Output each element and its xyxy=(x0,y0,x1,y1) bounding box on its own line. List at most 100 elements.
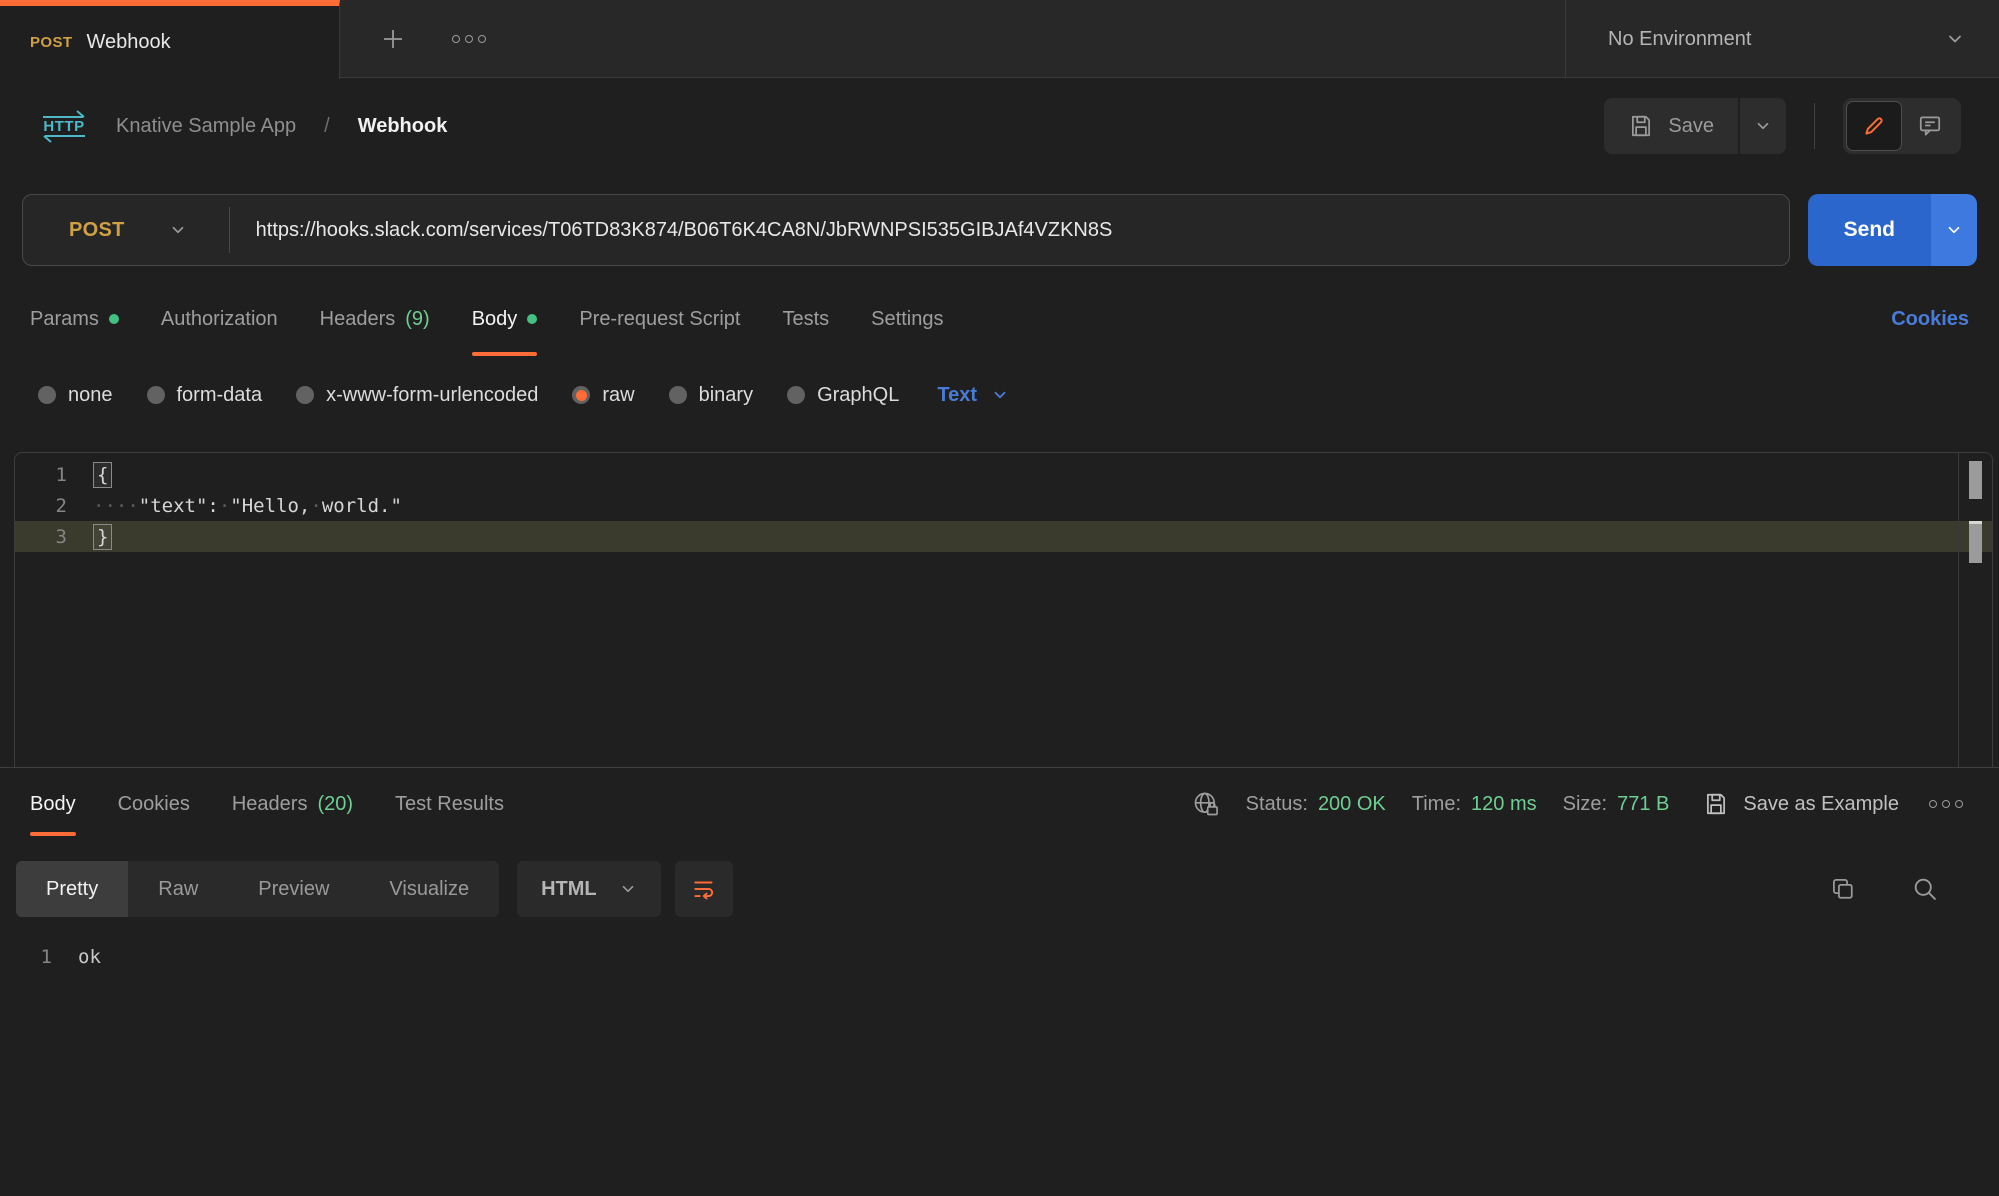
view-pretty[interactable]: Pretty xyxy=(16,861,128,917)
response-format-selector[interactable]: HTML xyxy=(517,861,661,917)
status-group: Status: 200 OK xyxy=(1246,793,1386,816)
whitespace-dot: · xyxy=(310,495,321,517)
line-number: 1 xyxy=(0,946,78,968)
response-tab-cookies[interactable]: Cookies xyxy=(118,768,190,840)
method-selector[interactable]: POST xyxy=(23,219,229,242)
save-options-button[interactable] xyxy=(1740,98,1786,154)
view-preview-label: Preview xyxy=(258,878,329,901)
view-visualize-label: Visualize xyxy=(389,878,469,901)
body-mode-form-data[interactable]: form-data xyxy=(147,384,263,407)
editor-scrollbar[interactable] xyxy=(1958,453,1992,767)
comment-icon xyxy=(1917,113,1943,139)
json-value-part1: "Hello, xyxy=(230,495,310,517)
send-button[interactable]: Send xyxy=(1808,194,1931,266)
chevron-down-icon xyxy=(991,386,1009,404)
response-tabs: Body Cookies Headers (20) Test Results S… xyxy=(0,768,1999,840)
response-tab-cookies-label: Cookies xyxy=(118,793,190,816)
tab-tests[interactable]: Tests xyxy=(782,280,829,358)
save-as-example-label: Save as Example xyxy=(1743,793,1899,816)
breadcrumb-collection[interactable]: Knative Sample App xyxy=(116,115,296,138)
body-mode-binary[interactable]: binary xyxy=(669,384,753,407)
environment-selector[interactable]: No Environment xyxy=(1565,0,1999,78)
save-icon xyxy=(1703,791,1729,817)
response-tab-headers[interactable]: Headers (20) xyxy=(232,768,353,840)
editor-line-3-current: 3 } xyxy=(15,521,1992,552)
whitespace-dot: · xyxy=(219,495,230,517)
save-button-label: Save xyxy=(1668,115,1714,138)
http-protocol-icon: HTTP xyxy=(38,110,90,143)
bracket-match-close: } xyxy=(93,524,112,550)
response-tab-body[interactable]: Body xyxy=(30,768,76,840)
chevron-down-icon xyxy=(169,221,187,239)
size-label: Size: xyxy=(1563,793,1607,816)
editor-line-1: 1 { xyxy=(15,459,1992,490)
response-view-switcher: Pretty Raw Preview Visualize xyxy=(16,861,499,917)
response-tab-body-label: Body xyxy=(30,793,76,816)
tab-settings[interactable]: Settings xyxy=(871,280,943,358)
view-preview[interactable]: Preview xyxy=(228,861,359,917)
breadcrumb-separator: / xyxy=(324,115,330,138)
send-split-button: Send xyxy=(1808,194,1977,266)
tab-authorization[interactable]: Authorization xyxy=(161,280,278,358)
body-mode-raw[interactable]: raw xyxy=(572,384,634,407)
search-icon[interactable] xyxy=(1911,875,1939,903)
tab-params[interactable]: Params xyxy=(30,280,119,358)
chevron-down-icon xyxy=(1945,29,1965,49)
status-label: Status: xyxy=(1246,793,1308,816)
save-split-button: Save xyxy=(1604,98,1786,154)
line-number: 3 xyxy=(15,526,93,548)
send-options-button[interactable] xyxy=(1931,194,1977,266)
response-tab-test-results[interactable]: Test Results xyxy=(395,768,504,840)
send-button-label: Send xyxy=(1844,218,1895,242)
tab-body[interactable]: Body xyxy=(472,280,538,358)
tab-method-badge: POST xyxy=(30,34,72,51)
edit-mode-button[interactable] xyxy=(1846,101,1902,151)
request-body-editor[interactable]: 1 { 2 ····"text":·"Hello,·world." 3 } xyxy=(14,452,1993,767)
body-mode-none[interactable]: none xyxy=(38,384,113,407)
wrap-text-button[interactable] xyxy=(675,861,733,917)
copy-icon[interactable] xyxy=(1829,875,1857,903)
response-tab-test-results-label: Test Results xyxy=(395,793,504,816)
radio-icon xyxy=(38,386,56,404)
http-badge-label: HTTP xyxy=(43,119,84,134)
time-group: Time: 120 ms xyxy=(1412,793,1537,816)
view-pretty-label: Pretty xyxy=(46,878,98,901)
raw-language-selector[interactable]: Text xyxy=(937,384,1009,407)
tab-headers[interactable]: Headers (9) xyxy=(320,280,430,358)
comments-button[interactable] xyxy=(1902,101,1958,151)
tab-authorization-label: Authorization xyxy=(161,308,278,331)
url-input[interactable]: https://hooks.slack.com/services/T06TD83… xyxy=(230,219,1113,242)
environment-label: No Environment xyxy=(1608,28,1945,51)
add-tab-icon[interactable] xyxy=(380,26,406,52)
json-key: "text": xyxy=(139,495,219,517)
body-mode-urlencoded[interactable]: x-www-form-urlencoded xyxy=(296,384,538,407)
body-mode-form-data-label: form-data xyxy=(177,384,263,407)
request-tab-webhook[interactable]: POST Webhook xyxy=(0,0,340,79)
tab-pre-request-script-label: Pre-request Script xyxy=(579,308,740,331)
response-options-icon[interactable] xyxy=(1929,800,1963,808)
divider xyxy=(1814,103,1815,149)
cookies-link[interactable]: Cookies xyxy=(1891,308,1969,331)
radio-icon xyxy=(669,386,687,404)
mode-toggle xyxy=(1843,98,1961,154)
view-raw[interactable]: Raw xyxy=(128,861,228,917)
raw-language-label: Text xyxy=(937,384,977,407)
view-raw-label: Raw xyxy=(158,878,198,901)
radio-icon xyxy=(787,386,805,404)
tab-pre-request-script[interactable]: Pre-request Script xyxy=(579,280,740,358)
scrollbar-mark xyxy=(1969,521,1982,563)
view-visualize[interactable]: Visualize xyxy=(359,861,499,917)
size-value: 771 B xyxy=(1617,793,1669,816)
header-actions: Save xyxy=(1604,98,1961,154)
save-button[interactable]: Save xyxy=(1604,98,1738,154)
radio-icon xyxy=(296,386,314,404)
globe-lock-icon[interactable] xyxy=(1192,790,1220,818)
breadcrumb-request-name[interactable]: Webhook xyxy=(358,115,448,138)
tab-tests-label: Tests xyxy=(782,308,829,331)
tab-options-icon[interactable] xyxy=(452,35,486,43)
save-as-example-button[interactable]: Save as Example xyxy=(1703,791,1899,817)
chevron-down-icon xyxy=(1754,117,1772,135)
response-panel: Body Cookies Headers (20) Test Results S… xyxy=(0,767,1999,968)
pencil-icon xyxy=(1861,113,1887,139)
body-mode-graphql[interactable]: GraphQL xyxy=(787,384,899,407)
